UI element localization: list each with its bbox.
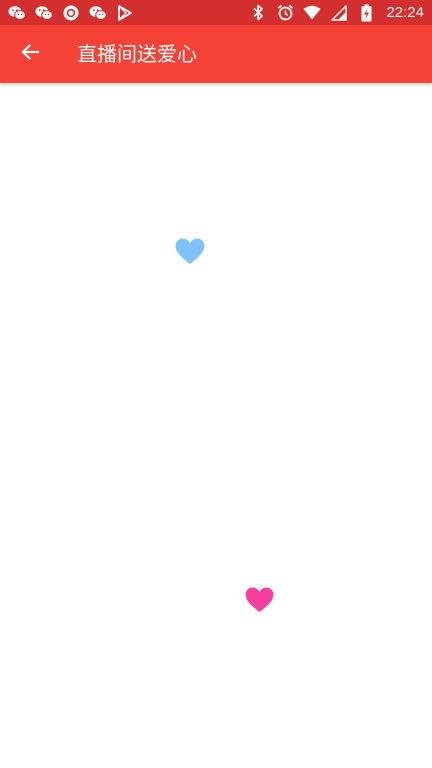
status-bar: 22:24 <box>0 0 432 25</box>
play-store-icon <box>116 4 134 22</box>
cell-signal-icon <box>330 4 348 22</box>
back-button[interactable] <box>8 30 52 78</box>
heart-icon <box>245 587 274 613</box>
wechat-icon <box>8 4 26 22</box>
floating-heart <box>175 238 205 265</box>
arrow-back-icon <box>20 42 40 66</box>
app-bar: 直播间送爱心 <box>0 25 432 83</box>
wechat-icon <box>89 4 107 22</box>
system-icons: 22:24 <box>249 0 424 25</box>
wifi-icon <box>303 4 321 22</box>
alarm-icon <box>276 4 294 22</box>
notification-icons <box>8 0 134 25</box>
battery-charging-icon <box>357 4 375 22</box>
page-title: 直播间送爱心 <box>77 42 197 66</box>
status-time: 22:24 <box>386 4 424 21</box>
bluetooth-icon <box>249 4 267 22</box>
floating-heart <box>245 587 274 613</box>
circle-app-icon <box>62 4 80 22</box>
wechat-icon <box>35 4 53 22</box>
heart-icon <box>175 238 205 265</box>
